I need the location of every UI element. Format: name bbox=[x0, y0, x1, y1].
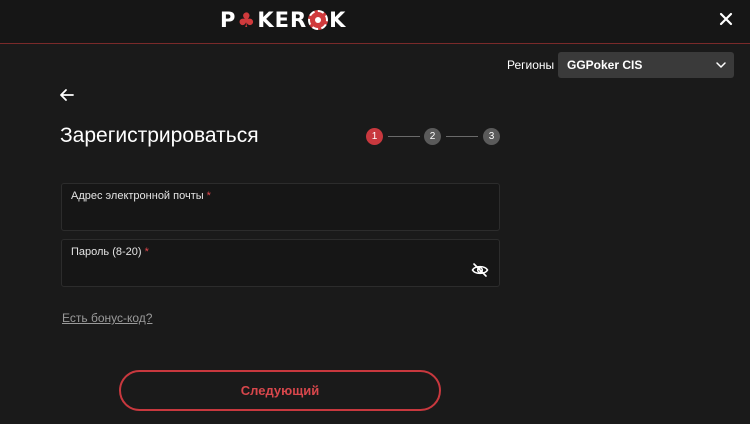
close-icon bbox=[719, 12, 733, 26]
password-label: Пароль (8-20) * bbox=[71, 246, 149, 258]
password-field[interactable] bbox=[71, 262, 451, 282]
email-label: Адрес электронной почты * bbox=[71, 190, 211, 202]
logo-letter-k: K bbox=[329, 8, 347, 32]
back-button[interactable] bbox=[58, 86, 76, 104]
step-connector bbox=[388, 136, 420, 137]
password-field-container[interactable]: Пароль (8-20) * bbox=[61, 239, 500, 287]
email-field[interactable] bbox=[71, 206, 461, 226]
step-2: 2 bbox=[424, 128, 441, 145]
spade-icon: ♣ bbox=[237, 8, 257, 32]
page-title: Зарегистрироваться bbox=[60, 124, 259, 147]
close-button[interactable] bbox=[716, 9, 736, 29]
pokerok-logo: P ♣ KER K bbox=[220, 7, 346, 33]
region-selected-value: GGPoker CIS bbox=[567, 58, 643, 72]
required-mark: * bbox=[144, 246, 149, 258]
required-mark: * bbox=[206, 190, 211, 202]
next-button[interactable]: Следующий bbox=[119, 370, 441, 411]
step-1: 1 bbox=[366, 128, 383, 145]
logo-letters-ker: KER bbox=[257, 8, 308, 32]
region-label: Регионы bbox=[507, 58, 555, 72]
step-indicator: 1 2 3 bbox=[366, 128, 502, 146]
logo-letter-p: P bbox=[220, 8, 237, 32]
email-field-container[interactable]: Адрес электронной почты * bbox=[61, 183, 500, 231]
step-3: 3 bbox=[483, 128, 500, 145]
poker-chip-icon bbox=[308, 10, 329, 30]
region-select[interactable]: GGPoker CIS bbox=[558, 52, 734, 78]
toggle-password-visibility-button[interactable] bbox=[471, 262, 489, 278]
step-connector bbox=[446, 136, 478, 137]
chevron-down-icon bbox=[716, 62, 726, 69]
eye-off-icon bbox=[471, 263, 489, 277]
arrow-left-icon bbox=[60, 89, 74, 101]
bonus-code-link[interactable]: Есть бонус-код? bbox=[62, 311, 152, 325]
app-header: P ♣ KER K bbox=[0, 0, 750, 44]
